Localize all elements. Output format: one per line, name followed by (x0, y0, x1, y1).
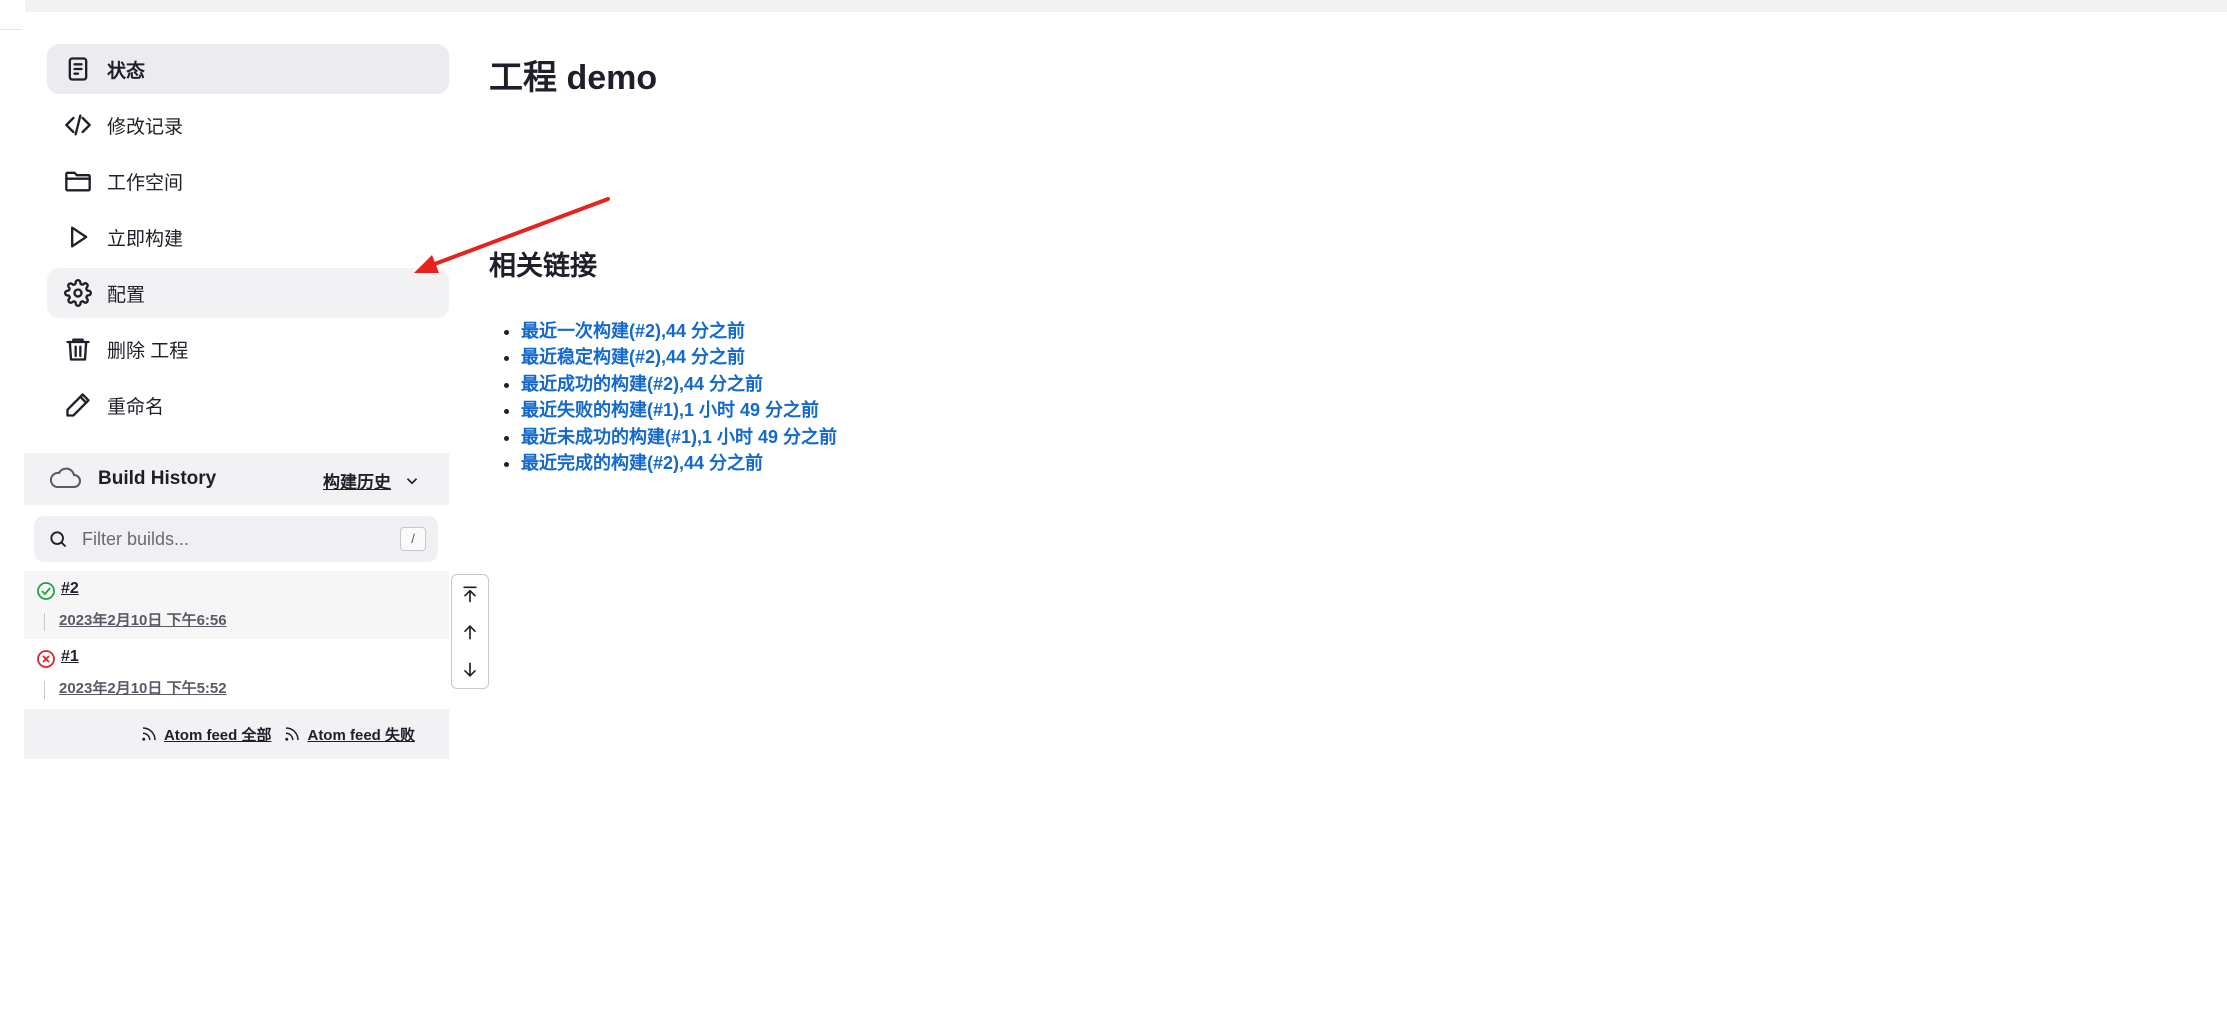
list-item: 最近未成功的构建(#1),1 小时 49 分之前 (521, 424, 837, 450)
sidebar-item-status[interactable]: 状态 (47, 44, 449, 94)
scroll-down-button[interactable] (452, 651, 488, 689)
build-number-link[interactable]: #2 (61, 580, 79, 598)
list-item: 最近成功的构建(#2),44 分之前 (521, 371, 837, 397)
build-trend-label: 构建历史 (323, 473, 391, 492)
folder-icon (63, 166, 93, 196)
rss-icon (285, 727, 300, 741)
sidebar-item-rename[interactable]: 重命名 (47, 380, 449, 430)
sidebar-item-label: 工作空间 (107, 172, 184, 194)
list-item: 最近稳定构建(#2),44 分之前 (521, 344, 837, 370)
build-history-panel: Build History 构建历史 / #2 2023年2月10日 下午6:5… (24, 453, 449, 759)
related-links-heading: 相关链接 (489, 251, 597, 281)
pencil-icon (63, 390, 93, 420)
sidebar-item-label: 修改记录 (107, 116, 184, 138)
failure-x-icon (36, 649, 56, 669)
build-number-link[interactable]: #1 (61, 648, 79, 666)
related-link[interactable]: 最近完成的构建(#2),44 分之前 (521, 453, 763, 473)
sidebar-item-label: 立即构建 (107, 228, 184, 250)
related-link[interactable]: 最近稳定构建(#2),44 分之前 (521, 347, 745, 367)
build-history-title: Build History (98, 468, 217, 489)
filter-builds-input[interactable] (82, 528, 382, 550)
related-links-list: 最近一次构建(#2),44 分之前 最近稳定构建(#2),44 分之前 最近成功… (521, 318, 837, 476)
build-row[interactable]: #1 2023年2月10日 下午5:52 (24, 639, 449, 707)
code-icon (63, 110, 93, 140)
related-link[interactable]: 最近未成功的构建(#1),1 小时 49 分之前 (521, 427, 837, 447)
build-history-header: Build History 构建历史 (24, 453, 449, 505)
play-icon (63, 222, 93, 252)
list-item: 最近失败的构建(#1),1 小时 49 分之前 (521, 397, 837, 423)
build-trend-dropdown[interactable]: 构建历史 (323, 468, 421, 493)
divider (0, 29, 22, 30)
scroll-top-button[interactable] (452, 575, 488, 613)
build-date-link[interactable]: 2023年2月10日 下午6:56 (59, 609, 227, 630)
related-link[interactable]: 最近成功的构建(#2),44 分之前 (521, 374, 763, 394)
atom-feed-failed-label: Atom feed 失败 (307, 726, 415, 744)
sidebar-item-label: 状态 (107, 60, 146, 82)
scroll-up-button[interactable] (452, 613, 488, 651)
build-date-link[interactable]: 2023年2月10日 下午5:52 (59, 677, 227, 698)
atom-feed-failed-link[interactable]: Atom feed 失败 (283, 724, 415, 745)
related-link[interactable]: 最近一次构建(#2),44 分之前 (521, 321, 745, 341)
filter-builds-box: / (34, 516, 438, 562)
chevron-down-icon (406, 477, 418, 484)
success-check-icon (36, 581, 56, 601)
rss-icon (142, 727, 156, 741)
build-row[interactable]: #2 2023年2月10日 下午6:56 (24, 571, 449, 639)
sidebar-item-workspace[interactable]: 工作空间 (47, 156, 449, 206)
arrow-down-icon (464, 662, 476, 677)
gear-icon (63, 278, 93, 308)
document-icon (63, 54, 93, 84)
sidebar-item-configure[interactable]: 配置 (47, 268, 449, 318)
divider (44, 681, 45, 699)
atom-feed-all-label: Atom feed 全部 (163, 726, 272, 744)
search-icon (50, 531, 67, 548)
page-title: 工程 demo (489, 59, 658, 97)
sidebar-nav: 状态 修改记录 工作空间 立即构建 配置 删除 工程 重命名 (47, 44, 449, 436)
top-bar (25, 0, 2227, 12)
list-item: 最近一次构建(#2),44 分之前 (521, 318, 837, 344)
sidebar-item-changes[interactable]: 修改记录 (47, 100, 449, 150)
sidebar-item-build-now[interactable]: 立即构建 (47, 212, 449, 262)
sidebar-item-label: 重命名 (107, 396, 165, 418)
sidebar-item-delete-project[interactable]: 删除 工程 (47, 324, 449, 374)
arrow-to-top-icon (463, 586, 477, 603)
sidebar-item-label: 配置 (107, 284, 146, 306)
cloud-icon (48, 464, 82, 495)
related-link[interactable]: 最近失败的构建(#1),1 小时 49 分之前 (521, 400, 819, 420)
trash-icon (63, 334, 93, 364)
keyboard-shortcut-hint: / (400, 527, 426, 551)
page-scroll-controls (451, 574, 489, 689)
build-history-footer: Atom feed 全部 Atom feed 失败 (24, 709, 449, 759)
sidebar-item-label: 删除 工程 (107, 340, 189, 362)
divider (44, 613, 45, 631)
atom-feed-all-link[interactable]: Atom feed 全部 (140, 724, 272, 745)
arrow-up-icon (464, 625, 476, 640)
list-item: 最近完成的构建(#2),44 分之前 (521, 450, 837, 476)
